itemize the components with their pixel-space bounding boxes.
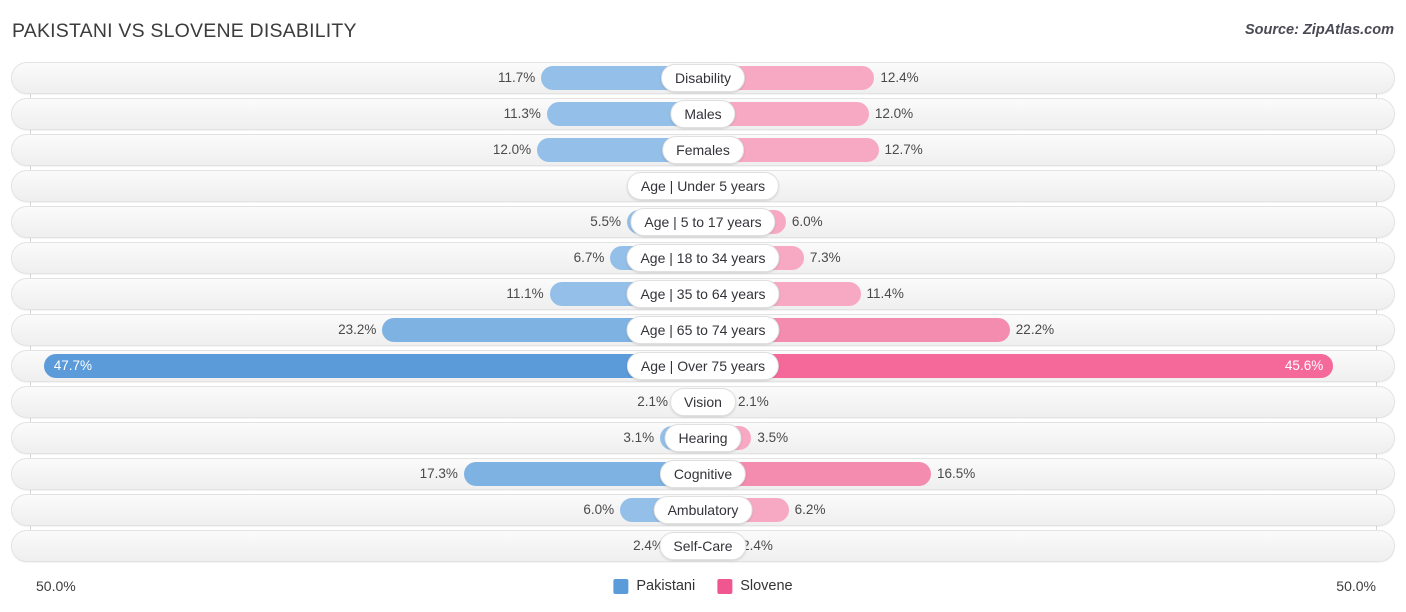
- category-label: Cognitive: [659, 460, 747, 488]
- value-label-pakistani: 11.3%: [503, 106, 541, 121]
- chart-row: 6.7% 7.3% Age | 18 to 34 years: [0, 242, 1406, 274]
- source-attribution: Source: ZipAtlas.com: [1244, 22, 1394, 38]
- chart-row: 11.7% 12.4% Disability: [0, 62, 1406, 94]
- value-label-slovene: 12.4%: [880, 70, 919, 85]
- category-label: Vision: [670, 388, 736, 416]
- value-label-pakistani: 11.7%: [498, 70, 536, 85]
- category-label: Age | Over 75 years: [626, 352, 780, 380]
- category-label: Age | Under 5 years: [626, 172, 780, 200]
- chart-row: 47.7% 45.6% Age | Over 75 years: [0, 350, 1406, 382]
- value-label-pakistani: 6.0%: [583, 502, 615, 517]
- chart-row: 5.5% 6.0% Age | 5 to 17 years: [0, 206, 1406, 238]
- legend-item[interactable]: Slovene: [717, 578, 793, 594]
- value-label-pakistani: 6.7%: [573, 250, 605, 265]
- chart-row: 2.1% 2.1% Vision: [0, 386, 1406, 418]
- axis-label-right: 50.0%: [1336, 578, 1376, 594]
- category-label: Females: [662, 136, 744, 164]
- chart-row: 12.0% 12.7% Females: [0, 134, 1406, 166]
- legend-swatch-icon: [613, 578, 629, 594]
- value-label-slovene: 6.0%: [791, 214, 823, 229]
- chart-row: 6.0% 6.2% Ambulatory: [0, 494, 1406, 526]
- value-label-pakistani: 5.5%: [590, 214, 621, 229]
- chart-rows: 11.7% 12.4% Disability 11.3% 12.0% Males 12.0%…: [0, 62, 1406, 566]
- chart-legend: Pakistani Slovene: [613, 578, 793, 594]
- value-label-pakistani: 47.7%: [53, 358, 93, 373]
- legend-swatch-icon: [717, 578, 733, 594]
- chart-row: 11.1% 11.4% Age | 35 to 64 years: [0, 278, 1406, 310]
- category-label: Self-Care: [659, 532, 747, 560]
- legend-label: Pakistani: [636, 578, 696, 594]
- chart-page: PAKISTANI VS SLOVENE DISABILITY Source: …: [0, 0, 1406, 612]
- value-label-slovene: 12.7%: [884, 142, 923, 157]
- value-label-slovene: 12.0%: [874, 106, 914, 121]
- value-label-slovene: 2.4%: [742, 538, 773, 553]
- value-label-pakistani: 12.0%: [492, 142, 532, 157]
- value-label-slovene: 22.2%: [1015, 322, 1055, 337]
- category-label: Males: [670, 100, 736, 128]
- value-label-pakistani: 3.1%: [623, 430, 655, 445]
- chart-footer: 50.0% 50.0% Pakistani Slovene: [0, 572, 1406, 612]
- category-label: Hearing: [664, 424, 742, 452]
- value-label-slovene: 6.2%: [794, 502, 826, 517]
- category-label: Age | 65 to 74 years: [626, 316, 780, 344]
- bar-slovene[interactable]: [703, 354, 1334, 378]
- category-label: Age | 18 to 34 years: [626, 244, 780, 272]
- chart-row: 3.1% 3.5% Hearing: [0, 422, 1406, 454]
- category-label: Disability: [660, 64, 746, 92]
- chart-row: 23.2% 22.2% Age | 65 to 74 years: [0, 314, 1406, 346]
- category-label: Age | 35 to 64 years: [626, 280, 780, 308]
- value-label-slovene: 45.6%: [1284, 358, 1324, 373]
- chart-row: 11.3% 12.0% Males: [0, 98, 1406, 130]
- value-label-pakistani: 11.1%: [506, 286, 544, 301]
- category-label: Ambulatory: [653, 496, 753, 524]
- chart-plot-area: 11.7% 12.4% Disability 11.3% 12.0% Males 12.0%…: [0, 62, 1406, 572]
- value-label-slovene: 3.5%: [757, 430, 789, 445]
- value-label-slovene: 16.5%: [937, 466, 976, 481]
- legend-label: Slovene: [740, 578, 793, 594]
- value-label-slovene: 11.4%: [866, 286, 904, 301]
- category-label: Age | 5 to 17 years: [630, 208, 776, 236]
- axis-label-left: 50.0%: [36, 578, 76, 594]
- legend-item[interactable]: Pakistani: [613, 578, 695, 594]
- chart-row: 2.4% 2.4% Self-Care: [0, 530, 1406, 562]
- value-label-pakistani: 17.3%: [419, 466, 458, 481]
- chart-row: 17.3% 16.5% Cognitive: [0, 458, 1406, 490]
- value-label-pakistani: 23.2%: [338, 322, 377, 337]
- chart-header: PAKISTANI VS SLOVENE DISABILITY Source: …: [0, 0, 1406, 58]
- value-label-slovene: 2.1%: [738, 394, 769, 409]
- value-label-slovene: 7.3%: [809, 250, 841, 265]
- value-label-pakistani: 2.1%: [637, 394, 668, 409]
- chart-row: 1.3%1.4%Age | Under 5 years: [0, 170, 1406, 202]
- bar-pakistani[interactable]: [43, 354, 703, 378]
- page-title: PAKISTANI VS SLOVENE DISABILITY: [12, 20, 357, 42]
